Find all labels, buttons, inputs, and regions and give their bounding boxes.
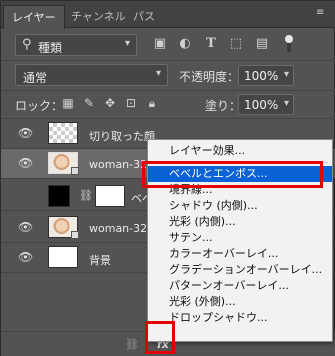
divider [1,90,335,91]
layers-panel: レイヤー チャンネル パス ≡ ⚲ 種類 ▾ ▣ ◐ T ⬚ ▤ 通常 ▾ 不透… [0,0,335,356]
chevron-down-icon: ▾ [283,98,289,109]
lock-artboard-icon[interactable]: ⊡ [124,96,138,110]
lock-transparent-pixels-icon[interactable]: ▦ [61,96,75,110]
menu-item-color-overlay[interactable]: カラーオーバーレイ... [148,246,332,262]
adjustment-filter-icon[interactable]: ◐ [177,36,193,52]
menu-item-outer-glow[interactable]: 光彩 (外側)... [148,294,332,310]
smart-object-filter-icon[interactable]: ▤ [254,36,270,52]
menu-item-drop-shadow[interactable]: ドロップシャドウ... [148,310,332,326]
link-icon[interactable]: ⛓︎ [79,189,93,202]
layer-filter-select[interactable]: ⚲ 種類 ▾ [15,34,137,56]
lock-position-icon[interactable]: ✥ [103,96,117,110]
menu-item-inner-shadow[interactable]: シャドウ (内側)... [148,198,332,214]
toggle-knob-icon [285,35,293,43]
tab-paths[interactable]: パス [125,5,163,28]
fill-label: 塗り： [205,99,242,113]
layer-name: woman-329 [89,222,155,235]
divider [1,60,335,61]
visibility-eye-icon[interactable]: 👁︎ [18,126,33,140]
menu-item-inner-glow[interactable]: 光彩 (内側)... [148,214,332,230]
fill-field[interactable]: 100% ▾ [238,94,294,115]
tab-layers[interactable]: レイヤー [3,5,65,29]
chevron-down-icon: ▾ [124,38,130,49]
link-layers-icon[interactable]: ⛓︎ [125,338,139,351]
menu-item-pattern-overlay[interactable]: パターンオーバーレイ... [148,278,332,294]
smart-object-badge-icon [71,167,79,175]
menu-item-satin[interactable]: サテン... [148,230,332,246]
filter-toggle[interactable] [285,35,293,53]
visibility-eye-icon[interactable]: 👁︎ [18,250,33,264]
visibility-eye-icon[interactable]: 👁︎ [18,156,33,170]
lock-all-icon[interactable]: 🔒︎ [145,96,159,110]
layer-name: 背景 [89,254,111,267]
layer-thumbnail [48,185,70,207]
blend-mode-select[interactable]: 通常 ▾ [15,64,168,86]
image-filter-icon[interactable]: ▣ [152,36,168,52]
opacity-value: 100% [244,69,279,83]
lock-label: ロック： [15,99,64,113]
layer-mask-thumbnail [95,185,125,207]
fill-value: 100% [244,98,279,112]
smart-object-badge-icon [71,231,79,239]
type-filter-icon[interactable]: T [203,36,219,52]
menu-item-gradient-overlay[interactable]: グラデーションオーバーレイ... [148,262,332,278]
menu-item-layer-effects[interactable]: レイヤー効果... [148,143,332,159]
shape-filter-icon[interactable]: ⬚ [228,36,244,52]
layer-thumbnail [48,122,78,144]
panel-tab-bar: レイヤー チャンネル パス ≡ [1,1,335,29]
highlight-annotation-menu [142,161,323,188]
chevron-down-icon: ▾ [283,69,289,80]
search-icon: ⚲ [22,37,32,52]
tab-channels[interactable]: チャンネル [63,5,134,28]
layer-name: 切り取った顔 [89,130,155,143]
opacity-label: 不透明度： [179,70,240,84]
highlight-annotation-fx-button [145,321,175,354]
visibility-eye-icon[interactable]: 👁︎ [18,220,33,234]
chevron-down-icon: ▾ [155,68,161,79]
layer-thumbnail [48,246,78,268]
panel-menu-icon[interactable]: ≡ [316,8,328,18]
opacity-field[interactable]: 100% ▾ [238,65,294,86]
filter-kind-label: 種類 [38,41,63,55]
blend-mode-value: 通常 [23,71,48,85]
lock-image-pixels-icon[interactable]: ✎ [82,96,96,110]
